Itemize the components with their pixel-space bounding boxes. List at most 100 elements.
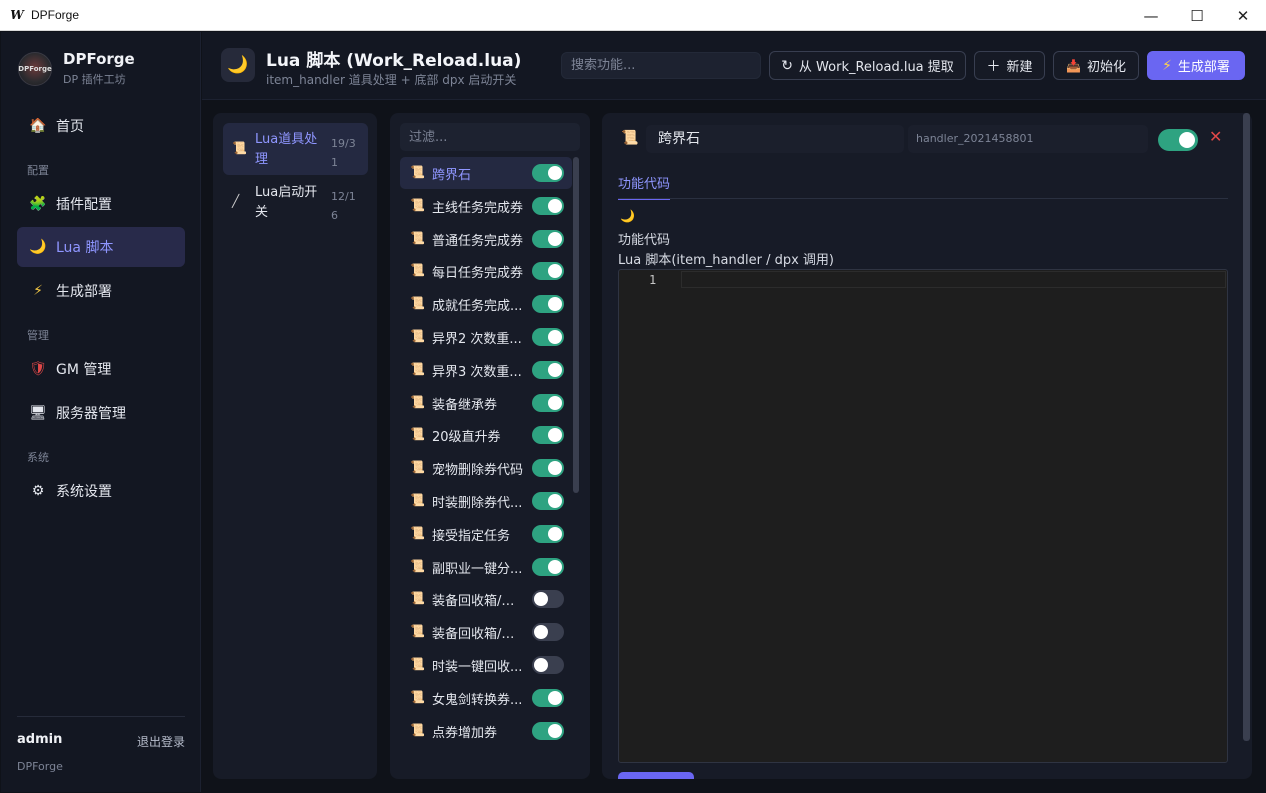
sidebar-item-lua-script[interactable]: 🌙 Lua 脚本 [17, 227, 185, 267]
list-item[interactable]: 📜 接受指定任务 [400, 518, 572, 550]
script-toggle[interactable] [532, 360, 564, 379]
sidebar-item-label: 系统设置 [56, 484, 112, 500]
script-toggle[interactable] [532, 229, 564, 248]
tab-function-code[interactable]: 功能代码 [618, 173, 671, 200]
shield-icon: 🛡 [29, 361, 47, 377]
sidebar-item-generate-deploy[interactable]: ⚡ 生成部署 [17, 271, 185, 311]
list-item[interactable]: 📜 时装删除券代... [400, 485, 572, 517]
maximize-button[interactable]: ☐ [1174, 0, 1220, 31]
window-title: DPForge [31, 8, 80, 22]
sidebar-divider [17, 716, 185, 717]
script-label: 每日任务完成券 [432, 266, 524, 282]
list-item[interactable]: 📜 异界3 次数重... [400, 354, 572, 386]
scroll-icon: 📜 [410, 591, 425, 606]
script-label: 跨界石 [432, 168, 472, 183]
logout-link[interactable]: 退出登录 [137, 733, 185, 750]
sidebar-item-label: 服务器管理 [56, 406, 126, 422]
category-item-lua-startup-switch[interactable]: ╱ Lua启动开关 12/16 [223, 176, 368, 228]
script-toggle[interactable] [532, 328, 564, 346]
scrollbar[interactable] [573, 157, 579, 493]
list-item[interactable]: 📜 跨界石 [400, 157, 572, 189]
extract-button-label: 从 Work_Reload.lua 提取 [798, 60, 954, 75]
scroll-icon: 📜 [410, 525, 425, 540]
sidebar-item-label: 生成部署 [56, 284, 112, 300]
script-toggle[interactable] [532, 590, 564, 609]
handler-id-field[interactable]: handler_2021458801 [908, 125, 1148, 153]
list-item[interactable]: 📜 装备回收箱/多... [400, 583, 572, 615]
list-item[interactable]: 📜 异界2 次数重... [400, 321, 572, 353]
script-toggle[interactable] [532, 688, 564, 707]
script-label: 异界2 次数重... [432, 332, 522, 347]
scroll-icon: 📜 [410, 427, 425, 442]
nav-section-manage: 管理 [27, 329, 49, 342]
script-name-field[interactable]: 跨界石 [646, 125, 904, 153]
script-toggle[interactable] [532, 393, 564, 412]
search-input[interactable] [561, 52, 761, 79]
list-item[interactable]: 📜 副职业一键分... [400, 551, 572, 583]
sidebar-item-server-manage[interactable]: 🖥 服务器管理 [17, 393, 185, 433]
sidebar-item-system-settings[interactable]: ⚙ 系统设置 [17, 471, 185, 511]
scroll-icon: 📜 [410, 394, 425, 409]
init-button[interactable]: 📥 初始化 [1053, 51, 1139, 80]
script-toggle[interactable] [532, 262, 564, 281]
code-label: Lua 脚本(item_handler / dpx 调用) [618, 253, 834, 268]
scrollbar[interactable] [1243, 113, 1250, 741]
scroll-icon: 📜 [410, 657, 425, 671]
script-toggle[interactable] [532, 524, 564, 543]
sidebar-item-label: GM 管理 [56, 362, 112, 378]
list-item[interactable]: 📜 点券增加券 [400, 715, 572, 747]
code-editor[interactable]: 1 [618, 269, 1228, 763]
script-toggle[interactable] [532, 164, 564, 182]
list-item[interactable]: 📜 时装一键回收... [400, 649, 572, 681]
script-toggle[interactable] [532, 492, 564, 510]
script-toggle[interactable] [532, 295, 564, 314]
sidebar-item-home[interactable]: 🏠 首页 [17, 106, 185, 146]
script-toggle[interactable] [532, 459, 564, 478]
brand: DPForge DPForge DP 插件工坊 [18, 50, 135, 87]
deploy-button-label: 生成部署 [1177, 60, 1230, 75]
scroll-icon: 📜 [621, 130, 639, 146]
page-header: 🌙 Lua 脚本 (Work_Reload.lua) item_handler … [202, 32, 1266, 100]
inbox-icon: 📥 [1066, 58, 1081, 73]
script-toggle[interactable] [532, 656, 564, 674]
script-toggle[interactable] [532, 721, 564, 740]
category-item-lua-item-handler[interactable]: 📜 Lua道具处理 19/31 [223, 123, 368, 175]
close-window-button[interactable]: ✕ [1220, 0, 1266, 31]
list-item[interactable]: 📜 女鬼剑转换券... [400, 682, 572, 714]
script-toggle[interactable] [532, 196, 564, 215]
new-button[interactable]: ＋ 新建 [974, 51, 1045, 80]
script-toggle[interactable] [532, 623, 564, 642]
script-label: 点券增加券 [432, 725, 498, 741]
lightning-icon: ⚡ [33, 283, 43, 299]
filter-input[interactable] [400, 123, 580, 151]
list-item[interactable]: 📜 成就任务完成... [400, 288, 572, 320]
category-panel: 📜 Lua道具处理 19/31 ╱ Lua启动开关 12/16 [213, 113, 377, 779]
list-item[interactable]: 📜 装备回收箱/多... [400, 616, 572, 648]
script-toggle[interactable] [532, 557, 564, 576]
extract-button[interactable]: ↻ 从 Work_Reload.lua 提取 [769, 51, 966, 80]
scroll-icon: 📜 [410, 296, 425, 311]
minimize-button[interactable]: — [1128, 0, 1174, 31]
footer-brand: DPForge [17, 760, 63, 773]
script-toggle[interactable] [532, 426, 564, 445]
script-label: 接受指定任务 [432, 528, 511, 544]
script-label: 女鬼剑转换券... [432, 692, 523, 708]
scroll-icon: 📜 [410, 361, 425, 376]
list-item[interactable]: 📜 普通任务完成券 [400, 223, 572, 255]
list-item[interactable]: 📜 20级直升券 [400, 419, 572, 451]
save-button[interactable] [618, 772, 694, 779]
sidebar-item-plugin-config[interactable]: 🧩 插件配置 [17, 184, 185, 224]
category-label: Lua启动开关 [255, 185, 318, 220]
current-line-highlight [681, 271, 1226, 288]
sidebar-item-label: Lua 脚本 [56, 240, 114, 256]
delete-icon[interactable]: ✕ [1209, 127, 1222, 146]
script-label: 时装删除券代... [432, 496, 523, 511]
sidebar-item-gm-manage[interactable]: 🛡 GM 管理 [17, 349, 185, 389]
list-item[interactable]: 📜 宠物删除券代码 [400, 452, 572, 484]
list-item[interactable]: 📜 主线任务完成券 [400, 190, 572, 222]
lightning-icon: ⚡ [1162, 57, 1172, 74]
deploy-button[interactable]: ⚡ 生成部署 [1147, 51, 1245, 80]
list-item[interactable]: 📜 每日任务完成券 [400, 255, 572, 287]
script-enabled-toggle[interactable] [1158, 129, 1198, 151]
list-item[interactable]: 📜 装备继承券 [400, 387, 572, 419]
